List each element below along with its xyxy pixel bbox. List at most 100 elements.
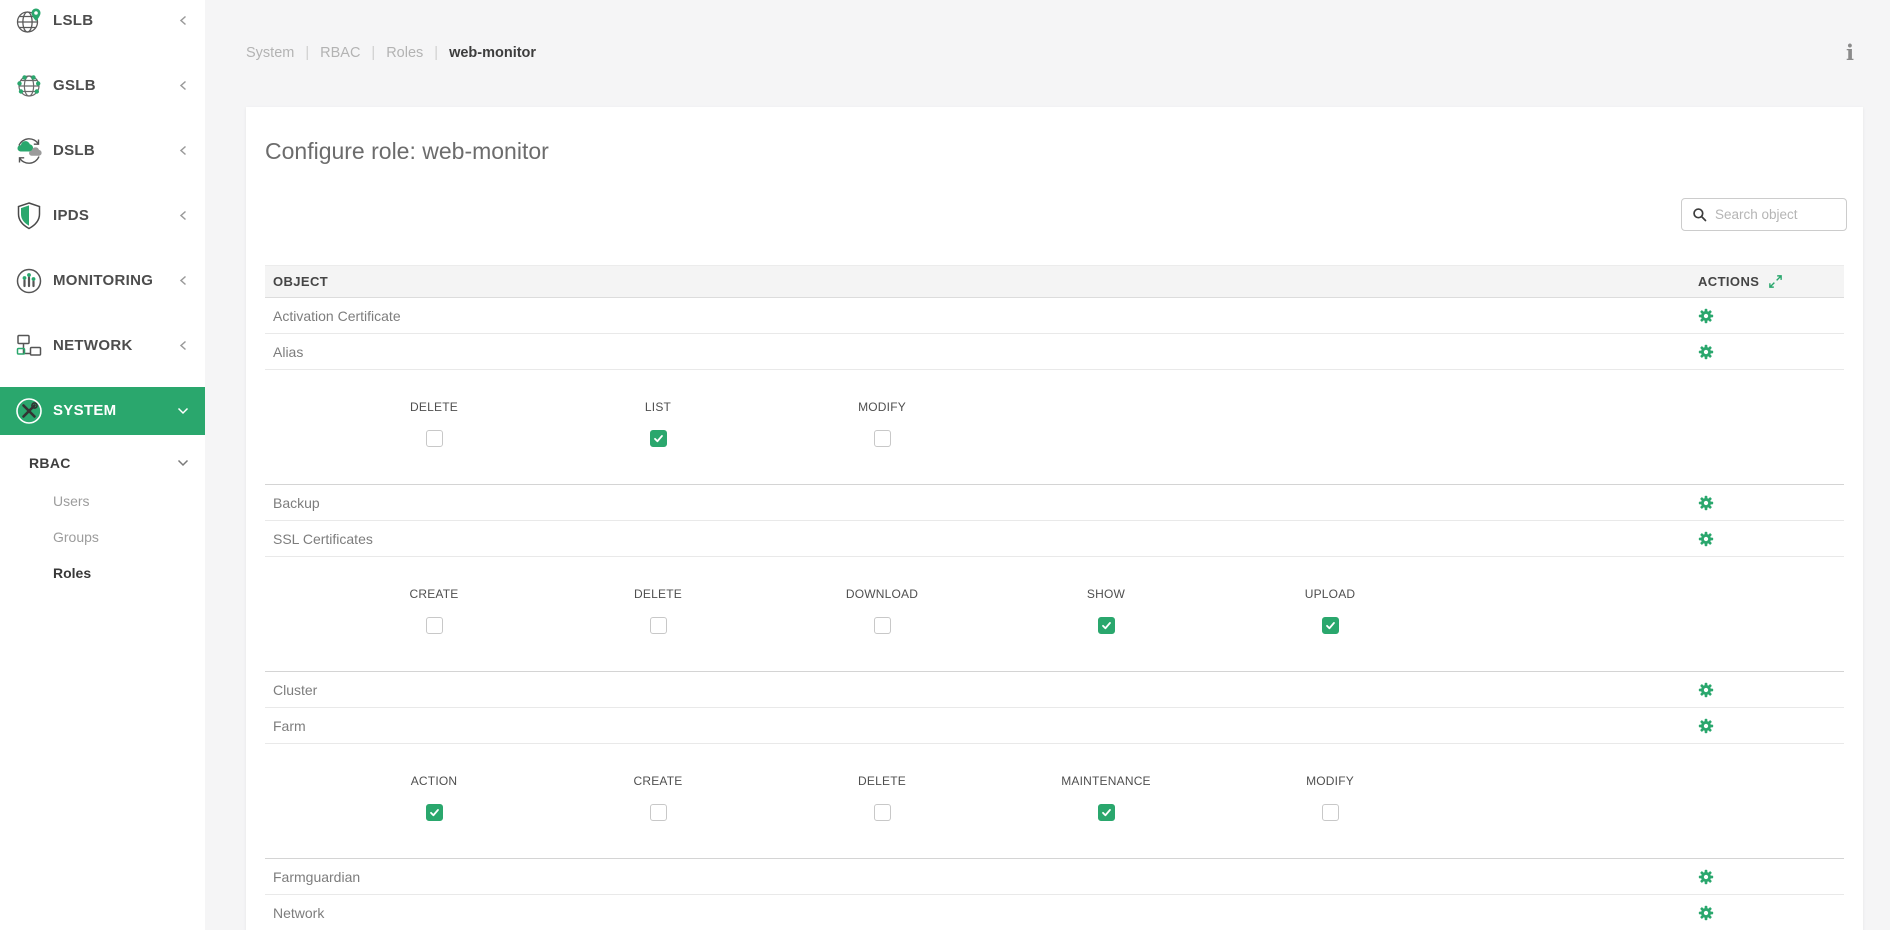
cloud-sync-icon [14, 136, 44, 166]
sidebar-item-network[interactable]: NETWORK [0, 313, 205, 378]
sidebar-item-groups[interactable]: Groups [0, 519, 205, 555]
breadcrumb-link[interactable]: Roles [386, 45, 423, 61]
checkbox-list[interactable] [649, 430, 667, 447]
permission-label: LIST [644, 400, 672, 414]
sidebar-item-monitoring[interactable]: MONITORING [0, 248, 205, 313]
gear-icon[interactable] [1698, 869, 1714, 885]
sidebar-item-rbac[interactable]: RBAC [0, 443, 205, 483]
chevron-left-icon [178, 210, 189, 221]
search-input[interactable] [1715, 207, 1836, 222]
breadcrumb-link[interactable]: RBAC [320, 45, 360, 61]
object-name: Network [273, 904, 325, 921]
table-row[interactable]: SSL Certificates [265, 521, 1844, 557]
gear-icon[interactable] [1698, 905, 1714, 921]
actions-cell [1690, 869, 1844, 885]
monitors-icon [14, 331, 44, 361]
table-row[interactable]: Farm [265, 708, 1844, 744]
checkbox-download[interactable] [873, 617, 891, 634]
globe-nodes-icon [14, 71, 44, 101]
checkbox-modify[interactable] [1321, 804, 1339, 821]
permission-label: DELETE [410, 400, 458, 414]
table-row[interactable]: Cluster [265, 672, 1844, 708]
breadcrumb: System | RBAC | Roles | web-monitor [246, 45, 536, 61]
table-row[interactable]: Activation Certificate [265, 298, 1844, 334]
permission-column: CREATE [322, 557, 546, 671]
sidebar-item-dslb[interactable]: DSLB [0, 118, 205, 183]
chevron-left-icon [178, 340, 189, 351]
sidebar-item-ipds[interactable]: IPDS [0, 183, 205, 248]
gear-icon[interactable] [1698, 531, 1714, 547]
search-icon [1692, 207, 1707, 222]
table-row[interactable]: Alias [265, 334, 1844, 370]
actions-cell [1690, 308, 1844, 324]
checkbox-delete[interactable] [649, 617, 667, 634]
sidebar-nav: LSLB GSLB DSLB IPDS MONITORING NETWORK SYSTEM R… [0, 0, 205, 591]
globe-pin-icon [14, 6, 44, 36]
sidebar: LSLB GSLB DSLB IPDS MONITORING NETWORK SYSTEM R… [0, 0, 205, 930]
permission-label: ACTION [410, 774, 458, 788]
page-title: Configure role: web-monitor [265, 138, 549, 164]
info-icon[interactable]: i [1839, 41, 1861, 65]
permission-column: MODIFY [770, 370, 994, 484]
column-header-object: OBJECT [273, 274, 329, 289]
sidebar-item-lslb[interactable]: LSLB [0, 0, 205, 53]
chevron-left-icon [178, 145, 189, 156]
table-body: Activation Certificate Alias DELETE LIST MOD… [265, 298, 1844, 930]
permissions-table: OBJECT ACTIONS Activation Certificate Ali… [265, 265, 1844, 930]
sidebar-item-roles[interactable]: Roles [0, 555, 205, 591]
breadcrumb-separator: | [305, 45, 310, 61]
permission-column: CREATE [546, 744, 770, 858]
permission-label: CREATE [409, 587, 459, 601]
checkbox-modify[interactable] [873, 430, 891, 447]
table-row[interactable]: Network [265, 895, 1844, 930]
sidebar-item-label: MONITORING [53, 272, 154, 289]
chevron-left-icon [178, 80, 189, 91]
checkbox-maintenance[interactable] [1097, 804, 1115, 821]
permission-label: SHOW [1086, 587, 1126, 601]
table-row[interactable]: Backup [265, 485, 1844, 521]
table-header: OBJECT ACTIONS [265, 265, 1844, 298]
permission-column: DELETE [322, 370, 546, 484]
search-box[interactable] [1681, 198, 1847, 231]
gear-icon[interactable] [1698, 682, 1714, 698]
sidebar-item-users[interactable]: Users [0, 483, 205, 519]
permissions-panel: CREATE DELETE DOWNLOAD SHOW UPLOAD [265, 557, 1844, 672]
permission-column: UPLOAD [1218, 557, 1442, 671]
gear-icon[interactable] [1698, 495, 1714, 511]
checkbox-delete[interactable] [425, 430, 443, 447]
permission-label: DELETE [858, 774, 906, 788]
object-name: Backup [273, 494, 320, 511]
chevron-left-icon [178, 15, 189, 26]
checkbox-delete[interactable] [873, 804, 891, 821]
permission-label: MODIFY [1306, 774, 1354, 788]
permission-column: ACTION [322, 744, 546, 858]
gear-icon[interactable] [1698, 718, 1714, 734]
expand-all-icon[interactable] [1768, 274, 1783, 289]
actions-cell [1690, 682, 1844, 698]
checkbox-create[interactable] [649, 804, 667, 821]
gear-icon[interactable] [1698, 344, 1714, 360]
sidebar-item-label: DSLB [53, 142, 96, 159]
checkbox-show[interactable] [1097, 617, 1115, 634]
sidebar-item-label: SYSTEM [53, 402, 117, 419]
permission-label: UPLOAD [1304, 587, 1356, 601]
sidebar-item-gslb[interactable]: GSLB [0, 53, 205, 118]
checkbox-create[interactable] [425, 617, 443, 634]
permission-column: MODIFY [1218, 744, 1442, 858]
checkbox-action[interactable] [425, 804, 443, 821]
column-header-actions-cell: ACTIONS [1690, 274, 1844, 289]
checkbox-upload[interactable] [1321, 617, 1339, 634]
gear-icon[interactable] [1698, 308, 1714, 324]
actions-cell [1690, 718, 1844, 734]
permission-column: DOWNLOAD [770, 557, 994, 671]
permission-label: MAINTENANCE [1061, 774, 1151, 788]
sidebar-item-label: NETWORK [53, 337, 133, 354]
table-row[interactable]: Farmguardian [265, 859, 1844, 895]
breadcrumb-link[interactable]: System [246, 45, 294, 61]
permission-label: DELETE [634, 587, 682, 601]
submenu-label: RBAC [29, 455, 71, 471]
permission-label: MODIFY [858, 400, 906, 414]
permission-label: DOWNLOAD [845, 587, 919, 601]
sidebar-item-system[interactable]: SYSTEM [0, 378, 205, 443]
chart-circle-icon [14, 266, 44, 296]
